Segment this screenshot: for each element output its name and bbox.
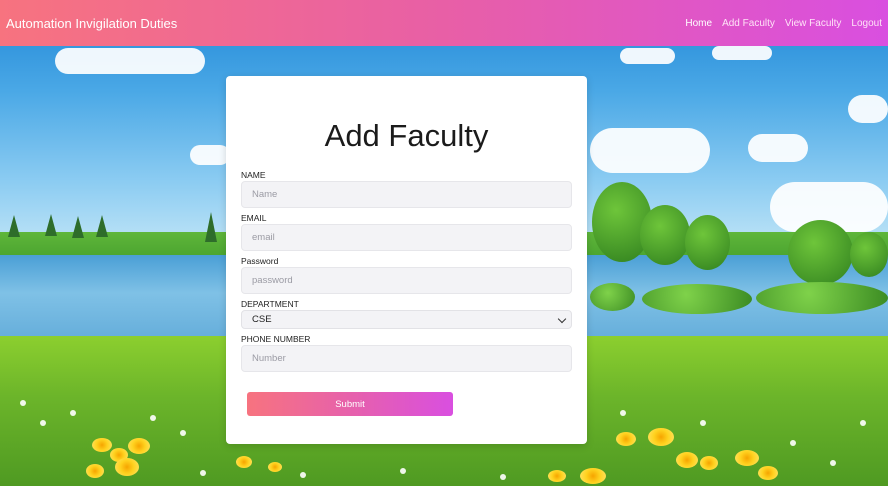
cloud <box>620 48 675 64</box>
pine-tree <box>205 212 217 242</box>
department-selected-value: CSE <box>252 314 272 325</box>
flower <box>616 432 636 446</box>
name-label: NAME <box>241 170 266 180</box>
pine-tree <box>72 216 84 238</box>
shrub <box>756 282 888 314</box>
daisy <box>830 460 836 466</box>
tree <box>685 215 730 270</box>
flower <box>758 466 778 480</box>
flower <box>268 462 282 472</box>
cloud <box>190 145 230 165</box>
email-input[interactable] <box>241 224 572 251</box>
shrub <box>590 283 635 311</box>
flower <box>676 452 698 468</box>
daisy <box>70 410 76 416</box>
tree <box>788 220 853 285</box>
cloud <box>712 46 772 60</box>
daisy <box>40 420 46 426</box>
tree <box>850 232 888 277</box>
nav-link-add-faculty[interactable]: Add Faculty <box>722 18 775 29</box>
daisy <box>500 474 506 480</box>
department-field-group: DEPARTMENT CSE <box>241 298 572 329</box>
phone-label: PHONE NUMBER <box>241 334 311 344</box>
flower <box>700 456 718 470</box>
flower <box>128 438 150 454</box>
tree <box>640 205 690 265</box>
pine-tree <box>96 215 108 237</box>
nav-links: Home Add Faculty View Faculty Logout <box>685 18 882 29</box>
name-input[interactable] <box>241 181 572 208</box>
daisy <box>200 470 206 476</box>
daisy <box>700 420 706 426</box>
page-title: Add Faculty <box>324 118 489 153</box>
department-label: DEPARTMENT <box>241 299 299 309</box>
name-field-group: NAME <box>241 169 572 208</box>
add-faculty-card: Add Faculty NAME EMAIL Password DEPARTME… <box>226 76 587 444</box>
cloud <box>590 128 710 173</box>
password-label: Password <box>241 256 279 266</box>
nav-link-home[interactable]: Home <box>685 18 712 29</box>
chevron-down-icon <box>557 314 567 324</box>
phone-field-group: PHONE NUMBER <box>241 333 572 372</box>
daisy <box>400 468 406 474</box>
daisy <box>860 420 866 426</box>
flower <box>548 470 566 482</box>
daisy <box>20 400 26 406</box>
flower <box>735 450 759 466</box>
daisy <box>620 410 626 416</box>
pine-tree <box>45 214 57 236</box>
cloud <box>848 95 888 123</box>
password-input[interactable] <box>241 267 572 294</box>
flower <box>580 468 606 484</box>
top-navbar: Automation Invigilation Duties Home Add … <box>0 0 888 46</box>
nav-link-logout[interactable]: Logout <box>851 18 882 29</box>
flower <box>115 458 139 476</box>
nav-link-view-faculty[interactable]: View Faculty <box>785 18 842 29</box>
flower <box>86 464 104 478</box>
cloud <box>55 48 205 74</box>
submit-button[interactable]: Submit <box>247 392 453 416</box>
flower <box>236 456 252 468</box>
department-select[interactable]: CSE <box>241 310 572 329</box>
daisy <box>300 472 306 478</box>
email-label: EMAIL <box>241 213 267 223</box>
email-field-group: EMAIL <box>241 212 572 251</box>
daisy <box>790 440 796 446</box>
brand-title: Automation Invigilation Duties <box>6 15 178 31</box>
phone-number-input[interactable] <box>241 345 572 372</box>
flower <box>92 438 112 452</box>
pine-tree <box>8 215 20 237</box>
flower <box>648 428 674 446</box>
daisy <box>150 415 156 421</box>
password-field-group: Password <box>241 255 572 294</box>
cloud <box>748 134 808 162</box>
shrub <box>642 284 752 314</box>
daisy <box>180 430 186 436</box>
